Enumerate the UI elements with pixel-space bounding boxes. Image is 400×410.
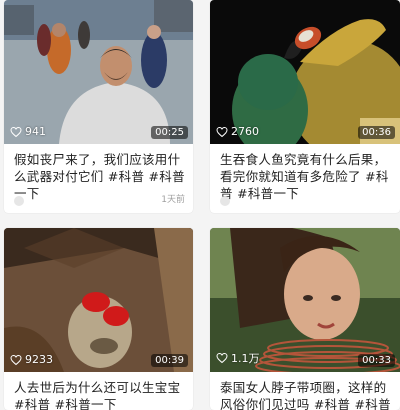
video-duration: 00:39 bbox=[151, 354, 188, 367]
heart-outline-icon bbox=[216, 352, 228, 364]
thumbnail-image-zombie-street bbox=[4, 0, 193, 144]
video-thumbnail[interactable]: 9233 00:39 bbox=[4, 228, 193, 372]
like-count-value: 941 bbox=[25, 125, 46, 138]
like-count-value: 1.1万 bbox=[231, 352, 260, 365]
like-count[interactable]: 1.1万 bbox=[216, 350, 260, 366]
author-avatar[interactable] bbox=[14, 196, 24, 206]
like-count-value: 2760 bbox=[231, 125, 259, 138]
video-title[interactable]: 人去世后为什么还可以生宝宝 #科普 #科普一下 bbox=[4, 372, 193, 410]
like-count[interactable]: 941 bbox=[10, 125, 46, 138]
heart-outline-icon bbox=[10, 354, 22, 365]
video-thumbnail[interactable]: 2760 00:36 bbox=[210, 0, 400, 144]
like-count[interactable]: 9233 bbox=[10, 353, 53, 366]
like-count[interactable]: 2760 bbox=[216, 125, 259, 138]
heart-outline-icon bbox=[216, 126, 228, 137]
heart-outline-icon bbox=[10, 126, 22, 137]
video-duration: 00:25 bbox=[151, 126, 188, 139]
video-card[interactable]: 2760 00:36 生吞食人鱼究竟有什么后果，看完你就知道有多危险了 #科普 … bbox=[210, 0, 400, 213]
video-thumbnail[interactable]: 1.1万 00:33 bbox=[210, 228, 400, 372]
publish-time: 1天前 bbox=[161, 195, 185, 205]
video-duration: 00:33 bbox=[358, 354, 395, 367]
video-title[interactable]: 生吞食人鱼究竟有什么后果，看完你就知道有多危险了 #科普 #科普一下 bbox=[210, 144, 400, 202]
video-duration: 00:36 bbox=[358, 126, 395, 139]
video-card[interactable]: 1.1万 00:33 泰国女人脖子带项圈，这样的风俗你们见过吗 #科普 #科普一… bbox=[210, 228, 400, 410]
video-card[interactable]: 941 00:25 假如丧尸来了，我们应该用什么武器对付它们 #科普 #科普一下… bbox=[4, 0, 193, 213]
video-title[interactable]: 泰国女人脖子带项圈，这样的风俗你们见过吗 #科普 #科普一下 bbox=[210, 372, 400, 410]
like-count-value: 9233 bbox=[25, 353, 53, 366]
author-avatar[interactable] bbox=[220, 196, 230, 206]
thumbnail-image-skull-ground bbox=[4, 228, 193, 372]
video-feed-grid: 941 00:25 假如丧尸来了，我们应该用什么武器对付它们 #科普 #科普一下… bbox=[0, 0, 400, 410]
video-card[interactable]: 9233 00:39 人去世后为什么还可以生宝宝 #科普 #科普一下 bbox=[4, 228, 193, 410]
thumbnail-image-piranha bbox=[210, 0, 400, 144]
video-thumbnail[interactable]: 941 00:25 bbox=[4, 0, 193, 144]
